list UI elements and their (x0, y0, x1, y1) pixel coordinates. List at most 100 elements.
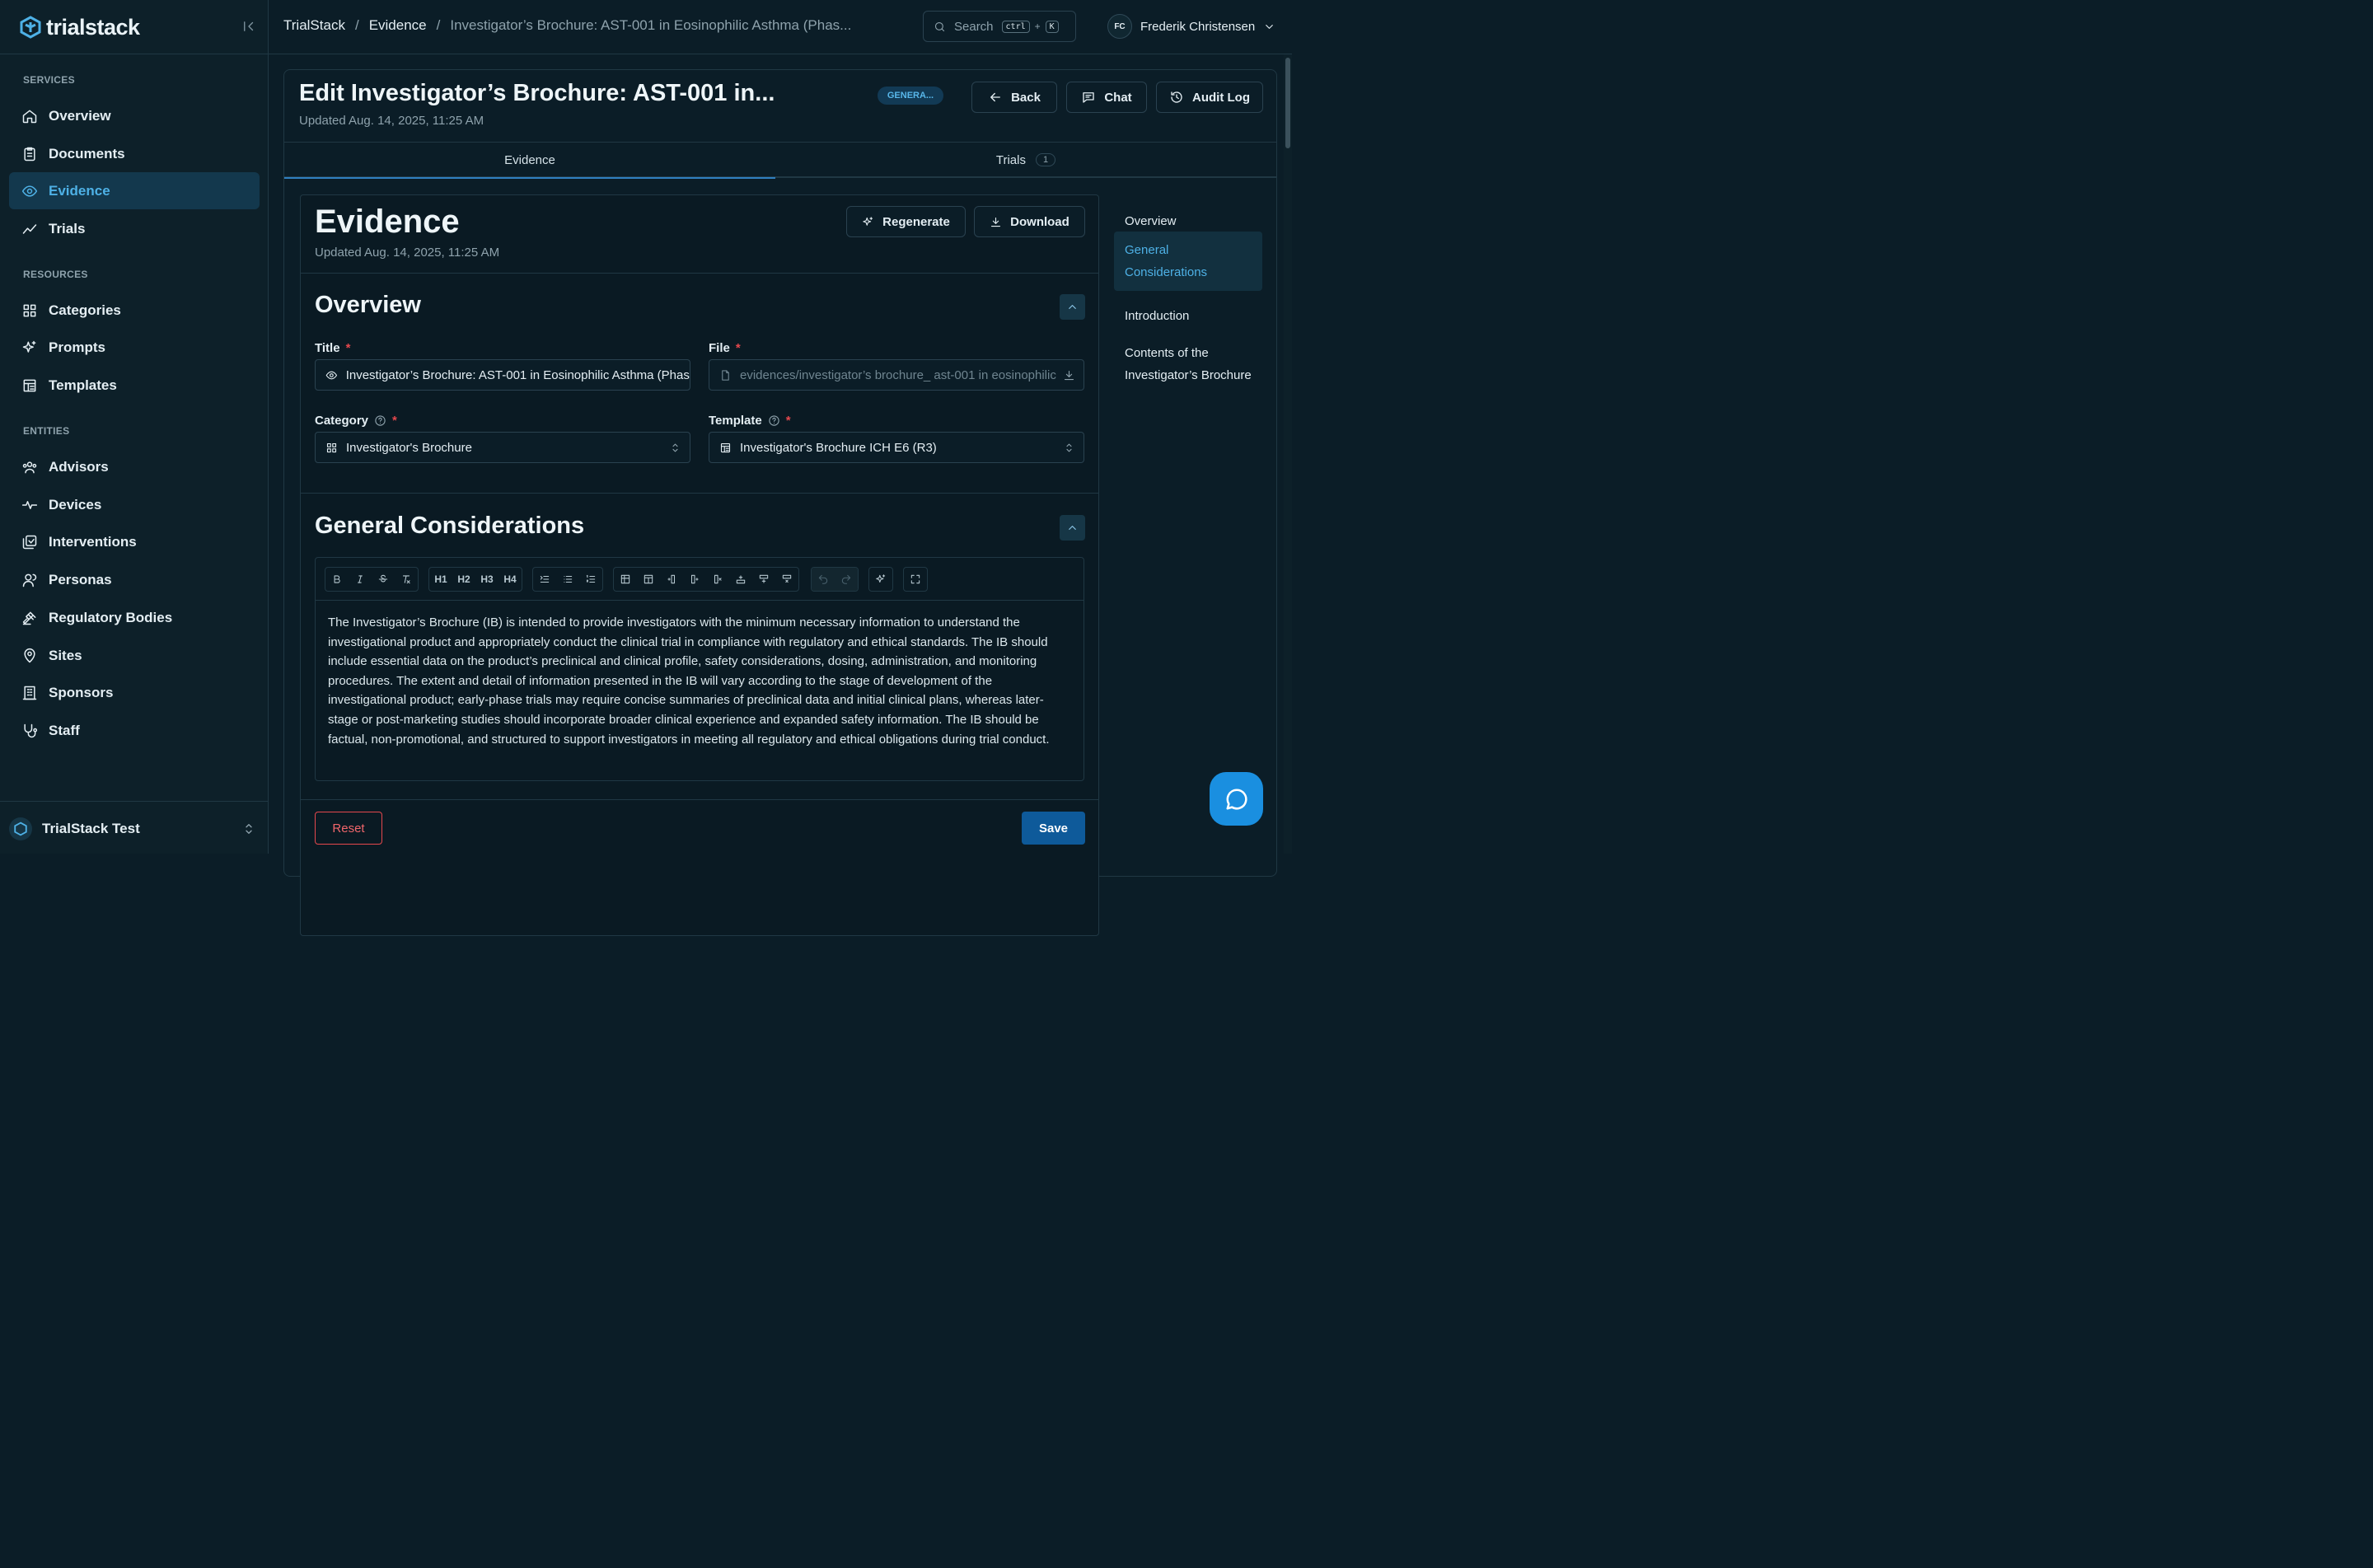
regenerate-button[interactable]: Regenerate (846, 206, 966, 237)
breadcrumb-evidence[interactable]: Evidence (369, 17, 427, 34)
sidebar-item-categories[interactable]: Categories (9, 292, 260, 329)
heading-1-button[interactable]: H1 (429, 568, 452, 591)
sidebar-item-devices[interactable]: Devices (9, 486, 260, 523)
search-label: Search (954, 19, 994, 34)
redo-icon[interactable] (835, 568, 858, 591)
rich-text-editor[interactable]: H1 H2 H3 H4 The Investigator’s Brochure … (315, 557, 1084, 781)
insert-table-icon[interactable] (614, 568, 637, 591)
workspace-switcher[interactable]: TrialStack Test (9, 813, 260, 845)
blockquote-icon[interactable] (533, 568, 556, 591)
sidebar-item-personas[interactable]: Personas (9, 561, 260, 598)
category-select[interactable]: Investigator's Brochure (315, 432, 690, 463)
editor-content[interactable]: The Investigator’s Brochure (IB) is inte… (328, 613, 1074, 749)
back-label: Back (1011, 90, 1041, 105)
sidebar-item-label: Overview (49, 107, 111, 124)
page-updated: Updated Aug. 14, 2025, 11:25 AM (299, 114, 484, 128)
brand-logo[interactable]: trialstack (20, 13, 140, 41)
sidebar-item-advisors[interactable]: Advisors (9, 448, 260, 485)
download-label: Download (1010, 214, 1069, 229)
ai-group (868, 567, 893, 592)
chevron-up-icon (1069, 305, 1076, 309)
chat-bubble-icon (1226, 788, 1247, 809)
help-icon[interactable] (768, 414, 780, 427)
add-row-icon[interactable] (729, 568, 752, 591)
bullet-list-icon[interactable] (556, 568, 579, 591)
save-button[interactable]: Save (1022, 812, 1085, 845)
heading-3-button[interactable]: H3 (475, 568, 498, 591)
trend-icon (22, 223, 37, 234)
sparkle-icon (22, 340, 36, 353)
search-button[interactable]: Search ctrl + K (923, 11, 1076, 42)
user-menu[interactable]: FC Frederik Christensen (1107, 14, 1275, 39)
bold-icon[interactable] (325, 568, 349, 591)
sidebar-item-templates[interactable]: Templates (9, 367, 260, 404)
audit-log-button[interactable]: Audit Log (1156, 82, 1263, 113)
list-group (532, 567, 603, 592)
brand-name: trialstack (46, 14, 140, 40)
delete-column-icon[interactable] (706, 568, 729, 591)
required-mark: * (785, 414, 791, 428)
breadcrumb-home[interactable]: TrialStack (283, 17, 345, 34)
support-chat-button[interactable] (1210, 772, 1263, 826)
sidebar-item-overview[interactable]: Overview (9, 97, 260, 134)
help-icon[interactable] (374, 414, 386, 427)
strikethrough-icon[interactable] (372, 568, 395, 591)
toc-item-contents[interactable]: Contents of the Investigator’s Brochure (1114, 335, 1262, 394)
clear-format-icon[interactable] (395, 568, 418, 591)
add-column-after-icon[interactable] (683, 568, 706, 591)
home-icon (22, 110, 37, 123)
trialstack-logo-icon (20, 16, 41, 39)
sidebar-item-label: Interventions (49, 533, 137, 550)
ai-assist-icon[interactable] (869, 568, 892, 591)
template-select[interactable]: Investigator's Brochure ICH E6 (R3) (709, 432, 1084, 463)
sidebar-divider (0, 801, 268, 802)
ordered-list-icon[interactable] (579, 568, 602, 591)
section-divider (301, 799, 1098, 800)
add-row-after-icon[interactable] (752, 568, 775, 591)
chat-button[interactable]: Chat (1066, 82, 1147, 113)
sidebar-item-label: Sponsors (49, 684, 114, 700)
evidence-card: Evidence Updated Aug. 14, 2025, 11:25 AM… (300, 194, 1099, 936)
sidebar-item-sites[interactable]: Sites (9, 637, 260, 674)
scrollbar-thumb[interactable] (1285, 58, 1290, 148)
sidebar-item-evidence[interactable]: Evidence (9, 172, 260, 209)
sidebar-item-label: Trials (49, 220, 86, 236)
sidebar-item-regulatory-bodies[interactable]: Regulatory Bodies (9, 599, 260, 636)
sidebar-item-documents[interactable]: Documents (9, 135, 260, 172)
users-icon (22, 461, 37, 473)
scrollbar[interactable] (1284, 54, 1292, 854)
back-button[interactable]: Back (971, 82, 1057, 113)
tab-trials[interactable]: Trials 1 (775, 143, 1276, 177)
sidebar-item-trials[interactable]: Trials (9, 210, 260, 247)
heading-4-button[interactable]: H4 (498, 568, 522, 591)
tab-evidence[interactable]: Evidence (284, 143, 775, 179)
delete-row-icon[interactable] (775, 568, 798, 591)
sidebar: trialstack SERVICES Overview Documents E… (0, 0, 269, 854)
sidebar-item-prompts[interactable]: Prompts (9, 329, 260, 366)
title-field[interactable]: Investigator’s Brochure: AST-001 in Eosi… (315, 359, 690, 391)
category-label-text: Category (315, 414, 369, 428)
collapse-overview-button[interactable] (1060, 294, 1085, 320)
add-column-before-icon[interactable] (660, 568, 683, 591)
undo-icon[interactable] (812, 568, 835, 591)
table-header-icon[interactable] (637, 568, 660, 591)
format-group (325, 567, 419, 592)
toc-item-general-considerations[interactable]: General Considerations (1114, 232, 1262, 291)
heading-2-button[interactable]: H2 (452, 568, 475, 591)
download-button[interactable]: Download (974, 206, 1085, 237)
section-divider (301, 493, 1098, 494)
collapse-sidebar-icon[interactable] (241, 19, 256, 34)
italic-icon[interactable] (349, 568, 372, 591)
reset-button[interactable]: Reset (315, 812, 382, 845)
collapse-general-button[interactable] (1060, 515, 1085, 541)
chat-icon (1083, 92, 1095, 103)
sidebar-item-staff[interactable]: Staff (9, 712, 260, 749)
toc-item-introduction[interactable]: Introduction (1114, 297, 1262, 335)
fullscreen-icon[interactable] (904, 568, 927, 591)
breadcrumb-separator: / (436, 17, 441, 33)
sidebar-item-interventions[interactable]: Interventions (9, 523, 260, 560)
file-value: evidences/investigator’s brochure_ ast-0… (740, 367, 1056, 382)
download-file-icon[interactable] (1060, 368, 1075, 381)
file-field[interactable]: evidences/investigator’s brochure_ ast-0… (709, 359, 1084, 391)
sidebar-item-sponsors[interactable]: Sponsors (9, 674, 260, 711)
